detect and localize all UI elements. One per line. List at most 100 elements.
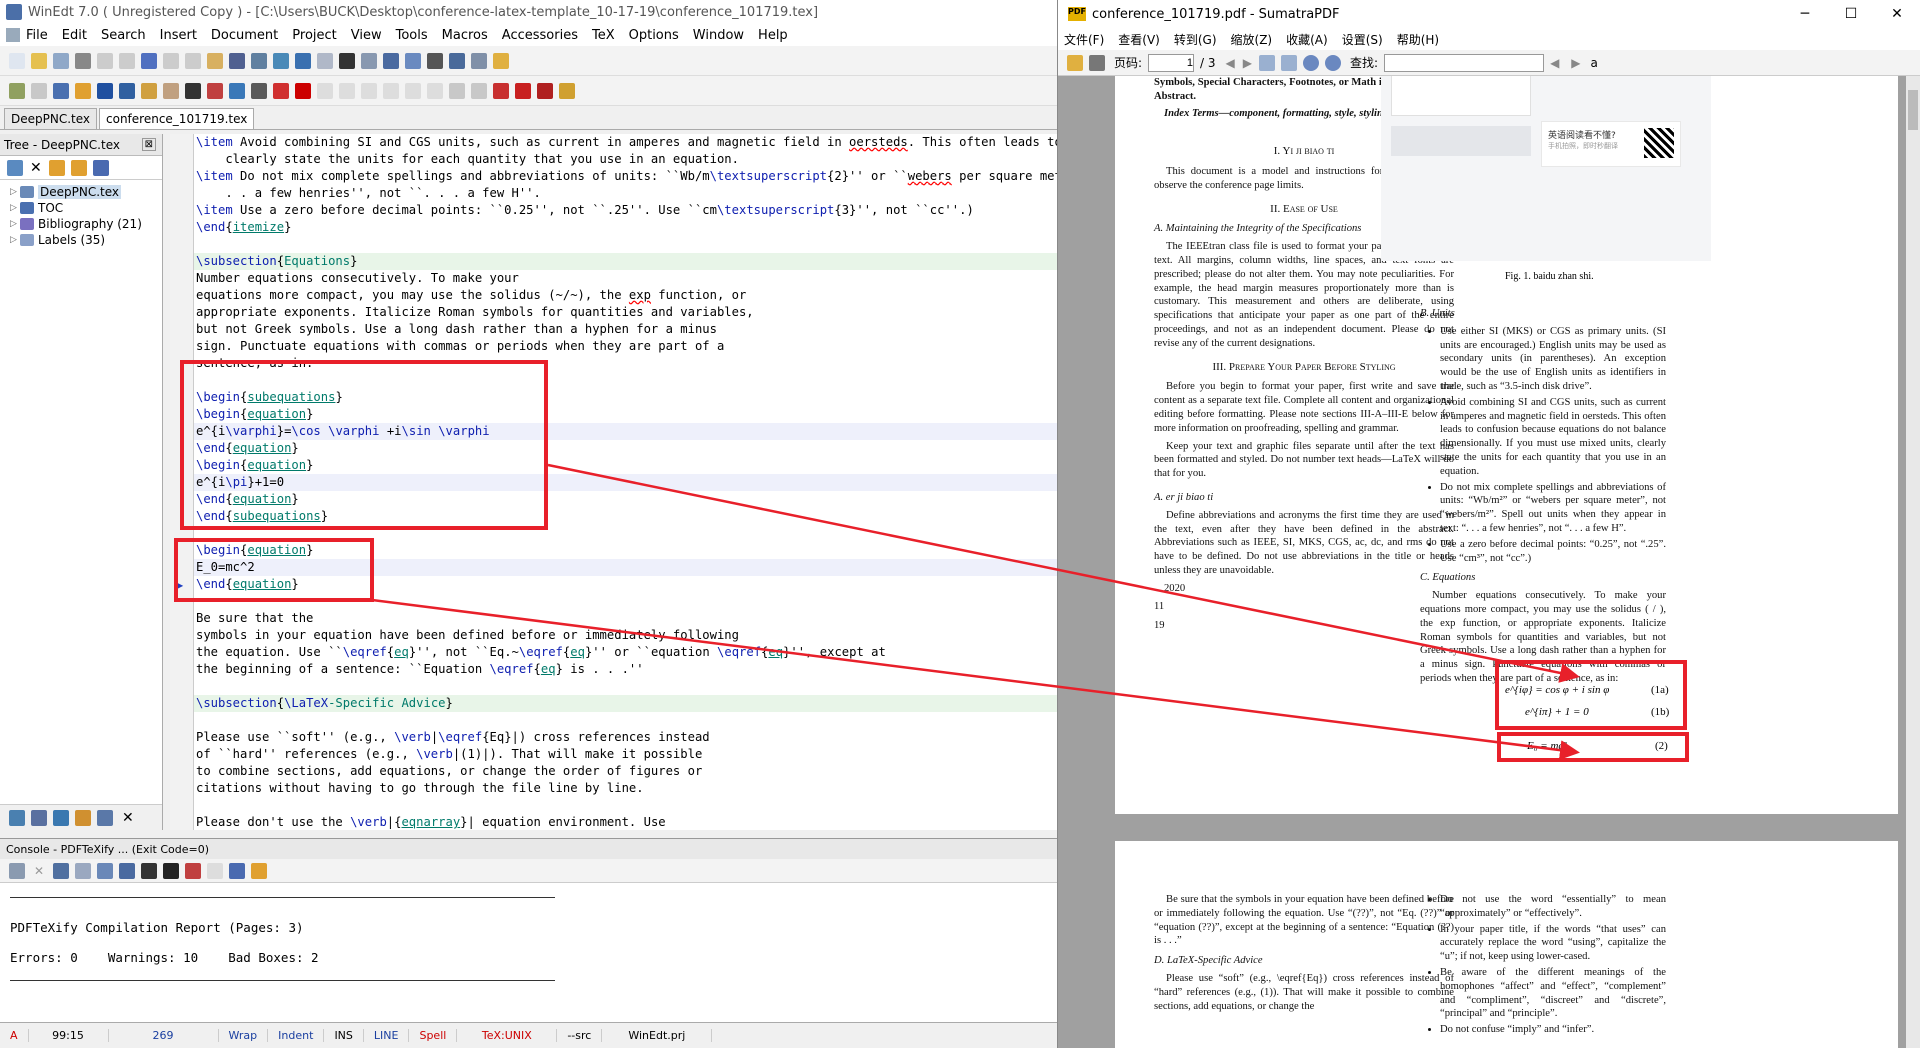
clear-icon[interactable]	[75, 862, 92, 879]
find-icon[interactable]	[229, 52, 245, 69]
save-icon[interactable]	[53, 52, 69, 69]
menu-help[interactable]: Help	[758, 28, 788, 43]
italic-icon[interactable]	[339, 52, 355, 69]
pdf-export-icon[interactable]	[273, 82, 289, 99]
page-icon[interactable]	[31, 82, 47, 99]
search-doc-icon[interactable]	[185, 82, 201, 99]
menu-insert[interactable]: Insert	[160, 28, 197, 43]
eraser-icon[interactable]	[53, 862, 70, 879]
find-input[interactable]	[1384, 53, 1545, 72]
tree-options-icon[interactable]	[92, 159, 109, 176]
minimize-icon[interactable]: ─	[1782, 6, 1828, 22]
status-line[interactable]: LINE	[364, 1029, 410, 1042]
menu-settings-cn[interactable]: 设置(S)	[1342, 31, 1383, 48]
maximize-icon[interactable]: ☐	[1828, 6, 1874, 22]
tree-icon[interactable]	[53, 82, 69, 99]
options-icon[interactable]	[229, 862, 246, 879]
settings-icon[interactable]	[251, 82, 267, 99]
menu-goto-cn[interactable]: 转到(G)	[1174, 31, 1217, 48]
menu-edit[interactable]: Edit	[62, 28, 87, 43]
close-icon[interactable]: ✕	[30, 160, 42, 176]
menu-view-cn[interactable]: 查看(V)	[1118, 31, 1160, 48]
redo-icon[interactable]	[119, 52, 135, 69]
macro-tools-icon[interactable]	[559, 82, 575, 99]
pdf-close-icon[interactable]	[537, 82, 553, 99]
box-icon[interactable]	[361, 52, 377, 69]
tab-deeppnc[interactable]: DeepPNC.tex	[4, 108, 98, 129]
fit-width-icon[interactable]	[1281, 54, 1298, 71]
close-panel-icon[interactable]: ⊠	[141, 138, 156, 151]
code-text[interactable]: \item Avoid combining SI and CGS units, …	[194, 134, 1057, 830]
grid-icon[interactable]	[405, 52, 421, 69]
code-editor[interactable]: ▶ \item Avoid combining SI and CGS units…	[170, 134, 1057, 830]
document-menu-icon[interactable]	[6, 28, 20, 42]
spellcheck-icon[interactable]	[141, 52, 157, 69]
project-tree-icon[interactable]	[75, 809, 91, 826]
new-file-icon[interactable]	[9, 52, 25, 69]
expand-arrow-icon[interactable]: ▷	[10, 187, 20, 197]
copy-icon[interactable]	[185, 52, 201, 69]
status-indent[interactable]: Indent	[268, 1029, 325, 1042]
refresh-icon[interactable]	[207, 862, 224, 879]
open-icon[interactable]	[1067, 54, 1083, 71]
pdfview-icon[interactable]	[141, 82, 157, 99]
pdf-viewport[interactable]: your paper [title, text, heads, etc.]. *…	[1058, 76, 1920, 1048]
font-m-icon[interactable]	[361, 82, 377, 99]
gather-icon[interactable]	[9, 809, 25, 826]
menu-project[interactable]: Project	[292, 28, 336, 43]
zoom-out-icon[interactable]	[1303, 54, 1320, 71]
close-icon[interactable]: ✕	[34, 864, 44, 878]
print-icon[interactable]	[1089, 54, 1105, 71]
menu-document[interactable]: Document	[211, 28, 278, 43]
menu-view[interactable]: View	[351, 28, 382, 43]
scrollbar-thumb[interactable]	[1908, 90, 1918, 130]
web-icon[interactable]	[295, 52, 311, 69]
find-prev-icon[interactable]: ◀	[1550, 56, 1559, 70]
tex-run-icon[interactable]	[207, 82, 223, 99]
paste-icon[interactable]	[207, 52, 223, 69]
tree-expand-icon[interactable]	[48, 159, 65, 176]
expand-arrow-icon[interactable]: ▷	[10, 235, 20, 245]
close-icon[interactable]: ✕	[122, 810, 134, 826]
book-icon[interactable]	[449, 52, 465, 69]
menu-tools[interactable]: Tools	[396, 28, 428, 43]
dvi-ps-icon[interactable]	[405, 82, 421, 99]
status-src[interactable]: --src	[557, 1029, 603, 1042]
print-icon[interactable]	[75, 52, 91, 69]
tree-item-labels[interactable]: ▷ Labels (35)	[0, 232, 162, 248]
console-window-icon[interactable]	[9, 862, 25, 879]
font-f-icon[interactable]	[339, 82, 355, 99]
folder-tools-icon[interactable]	[493, 52, 509, 69]
menu-file[interactable]: File	[26, 28, 48, 43]
pdf-view-icon[interactable]	[515, 82, 531, 99]
table-icon[interactable]	[273, 52, 289, 69]
expand-arrow-icon[interactable]: ▷	[10, 219, 20, 229]
close-icon[interactable]: ✕	[1874, 6, 1920, 22]
list-icon[interactable]	[383, 52, 399, 69]
dvi-pdf-icon[interactable]	[383, 82, 399, 99]
tree-item-toc[interactable]: ▷ TOC	[0, 200, 162, 216]
project-icon[interactable]	[75, 82, 91, 99]
bibtex-icon[interactable]	[97, 82, 113, 99]
save-log-icon[interactable]	[119, 862, 136, 879]
menu-zoom-cn[interactable]: 缩放(Z)	[1231, 31, 1273, 48]
cmd-icon[interactable]	[163, 862, 180, 879]
find-next-icon[interactable]: ▶	[1571, 56, 1580, 70]
menu-file-cn[interactable]: 文件(F)	[1064, 31, 1104, 48]
match-case-icon[interactable]: a	[1591, 56, 1598, 70]
cut-icon[interactable]	[163, 52, 179, 69]
search-tree-icon[interactable]	[31, 809, 47, 826]
link-icon[interactable]	[53, 809, 69, 826]
folder-icon[interactable]	[251, 862, 268, 879]
tex-compile-icon[interactable]	[9, 82, 25, 99]
sum-icon[interactable]	[427, 52, 443, 69]
stop-icon[interactable]	[185, 862, 202, 879]
prev-page-icon[interactable]: ◀	[1226, 56, 1235, 70]
status-wrap[interactable]: Wrap	[219, 1029, 269, 1042]
page-number-input[interactable]	[1148, 53, 1195, 72]
status-ins[interactable]: INS	[324, 1029, 364, 1042]
tree-refresh-icon[interactable]	[7, 159, 23, 176]
image-icon[interactable]	[251, 52, 267, 69]
pdf-scrollbar[interactable]	[1906, 76, 1920, 1048]
terminal-icon[interactable]	[141, 862, 158, 879]
